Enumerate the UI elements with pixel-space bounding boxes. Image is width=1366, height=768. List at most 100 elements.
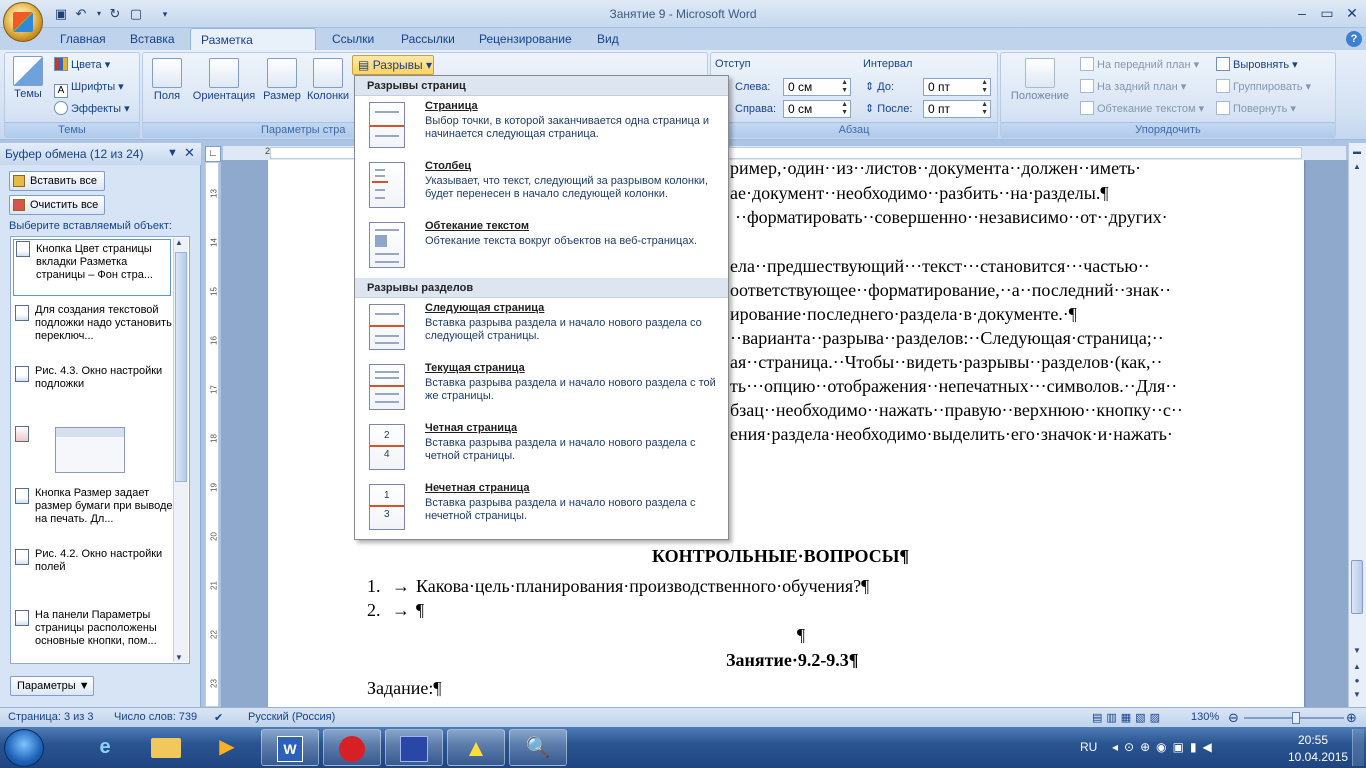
document-vertical-scrollbar[interactable]	[1348, 143, 1366, 707]
save-disk-icon[interactable]	[385, 729, 443, 766]
text-wrapping-break-item[interactable]: Обтекание текстом Обтекание текста вокру…	[355, 216, 728, 276]
maximize-icon[interactable]: ▭	[1314, 3, 1340, 23]
word-count-status[interactable]: Число слов: 739	[114, 711, 197, 723]
rotate-button[interactable]: Повернуть ▾	[1216, 99, 1296, 119]
even-page-section-item[interactable]: 2 4 Четная страница Вставка разрыва разд…	[355, 418, 728, 478]
group-icon	[1216, 79, 1230, 93]
zoom-level[interactable]: 130%	[1191, 711, 1219, 723]
effects-button[interactable]: Эффекты ▾	[54, 99, 130, 119]
clock-date[interactable]: 10.04.2015	[1288, 750, 1348, 764]
clipboard-item[interactable]: Для создания текстовой подложки надо уст…	[13, 304, 173, 352]
language-status[interactable]: Русский (Россия)	[248, 711, 335, 723]
orientation-button[interactable]: Ориентация	[188, 58, 260, 102]
show-desktop-button[interactable]	[1352, 729, 1364, 766]
split-handle-icon[interactable]: ▬	[1350, 145, 1364, 159]
indent-left-input[interactable]: 0 см ▲ ▼	[783, 78, 851, 96]
clipboard-item[interactable]	[13, 425, 173, 477]
vertical-ruler[interactable]: 131415161718192021222324	[205, 162, 219, 737]
tab-home[interactable]: Главная	[52, 28, 114, 50]
tab-review[interactable]: Рецензирование	[471, 28, 580, 50]
scroll-up-icon[interactable]: ▲	[175, 238, 183, 247]
magnifier-app-icon[interactable]: 🔍	[509, 729, 567, 766]
question-number: 1.	[367, 576, 381, 596]
clipboard-item[interactable]: На панели Параметры страницы расположены…	[13, 609, 173, 657]
spin-arrows-icon[interactable]: ▲ ▼	[841, 101, 848, 117]
spelling-check-icon[interactable]: ✔	[214, 711, 223, 724]
file-explorer-icon[interactable]	[137, 729, 195, 766]
clock-time[interactable]: 20:55	[1298, 733, 1328, 747]
media-player-icon[interactable]: ▶	[198, 729, 256, 766]
document-scroll-thumb[interactable]	[1351, 560, 1363, 614]
clipboard-item[interactable]: Кнопка Размер задает размер бумаги при в…	[13, 487, 173, 535]
scroll-down-icon[interactable]: ▼	[175, 653, 183, 662]
minimize-icon[interactable]: –	[1289, 3, 1315, 23]
continuous-section-item[interactable]: Текущая страница Вставка разрыва раздела…	[355, 358, 728, 418]
spin-arrows-icon[interactable]: ▲ ▼	[981, 79, 988, 95]
clipboard-item[interactable]: Кнопка Цвет страницы вкладки Разметка ст…	[13, 239, 171, 296]
margins-button[interactable]: Поля	[148, 58, 186, 102]
office-button[interactable]	[3, 2, 43, 42]
bring-front-button[interactable]: На передний план ▾	[1080, 55, 1199, 75]
pane-menu-icon[interactable]: ▼	[167, 147, 178, 159]
clear-all-button[interactable]: Очистить все	[9, 195, 105, 215]
clipboard-scrollbar[interactable]: ▲ ▼	[173, 238, 188, 662]
paste-all-button[interactable]: Вставить все	[9, 171, 105, 191]
tab-selector-icon[interactable]: ∟	[205, 146, 221, 162]
odd-page-number-b: 3	[384, 509, 390, 520]
size-button[interactable]: Размер	[260, 58, 304, 102]
word-clip-icon	[15, 488, 29, 504]
send-back-button[interactable]: На задний план ▾	[1080, 77, 1186, 97]
word-clip-icon	[15, 549, 29, 565]
start-button-icon[interactable]	[4, 729, 44, 767]
close-icon[interactable]: ✕	[1339, 3, 1365, 23]
input-language[interactable]: RU	[1080, 740, 1097, 754]
tab-references[interactable]: Ссылки	[324, 28, 382, 50]
clipboard-options-button[interactable]: Параметры ▼	[10, 676, 94, 696]
columns-button[interactable]: Колонки	[304, 58, 352, 102]
fonts-button[interactable]: A Шрифты ▾	[54, 77, 124, 98]
view-buttons-icon[interactable]: ▤▥▦▧▨	[1092, 711, 1164, 724]
warning-app-icon[interactable]: ▲	[447, 729, 505, 766]
browse-object-icon[interactable]: ●	[1350, 674, 1364, 688]
zoom-slider-thumb[interactable]	[1292, 712, 1300, 724]
clipboard-item[interactable]: Рис. 4.2. Окно настройки полей	[13, 548, 173, 596]
scroll-up-icon[interactable]: ▲	[1350, 160, 1364, 174]
column-break-title: Столбец	[425, 160, 472, 172]
tab-mailings[interactable]: Рассылки	[393, 28, 463, 50]
themes-button[interactable]: Темы	[8, 56, 48, 100]
internet-explorer-icon[interactable]: e	[76, 729, 134, 766]
text-wrap-button[interactable]: Обтекание текстом ▾	[1080, 99, 1204, 119]
pane-close-icon[interactable]: ✕	[184, 145, 195, 161]
tab-page-layout[interactable]: Разметка страницы	[190, 28, 316, 69]
spacing-after-input[interactable]: 0 пт ▲ ▼	[923, 100, 991, 118]
zoom-out-icon[interactable]: ⊖	[1228, 710, 1239, 726]
column-break-item[interactable]: Столбец Указывает, что текст, следующий …	[355, 156, 728, 216]
align-button[interactable]: Выровнять ▾	[1216, 55, 1298, 75]
tab-insert[interactable]: Вставка	[122, 28, 183, 50]
next-page-icon[interactable]: ▼	[1350, 688, 1364, 702]
opera-icon[interactable]	[323, 729, 381, 766]
spin-arrows-icon[interactable]: ▲ ▼	[841, 79, 848, 95]
page-breaks-header: Разрывы страниц	[355, 76, 728, 96]
page-break-item[interactable]: Страница Выбор точки, в которой заканчив…	[355, 96, 728, 156]
group-button[interactable]: Группировать ▾	[1216, 77, 1311, 97]
clipboard-scroll-thumb[interactable]	[175, 252, 187, 482]
page-count-status[interactable]: Страница: 3 из 3	[8, 711, 94, 723]
help-icon[interactable]: ?	[1346, 31, 1362, 47]
scroll-down-icon[interactable]: ▼	[1350, 644, 1364, 658]
position-button[interactable]: Положение	[1004, 58, 1076, 102]
spacing-before-input[interactable]: 0 пт ▲ ▼	[923, 78, 991, 96]
odd-page-section-item[interactable]: 1 3 Нечетная страница Вставка разрыва ра…	[355, 478, 728, 538]
breaks-button[interactable]: ▤ Разрывы ▾	[352, 55, 434, 75]
clipboard-item[interactable]: Рис. 4.3. Окно настройки подложки	[13, 365, 173, 413]
word-taskbar-icon[interactable]: W	[261, 729, 319, 766]
indent-right-input[interactable]: 0 см ▲ ▼	[783, 100, 851, 118]
system-tray-icons[interactable]: ◂⊙⊕◉▣▮◀	[1112, 740, 1218, 754]
next-page-section-item[interactable]: Следующая страница Вставка разрыва разде…	[355, 298, 728, 358]
tab-view[interactable]: Вид	[589, 28, 627, 50]
spin-arrows-icon[interactable]: ▲ ▼	[981, 101, 988, 117]
colors-button[interactable]: Цвета ▾	[54, 55, 110, 75]
previous-page-icon[interactable]: ▲	[1350, 660, 1364, 674]
zoom-in-icon[interactable]: ⊕	[1346, 710, 1357, 726]
clear-all-label: Очистить все	[30, 199, 99, 211]
